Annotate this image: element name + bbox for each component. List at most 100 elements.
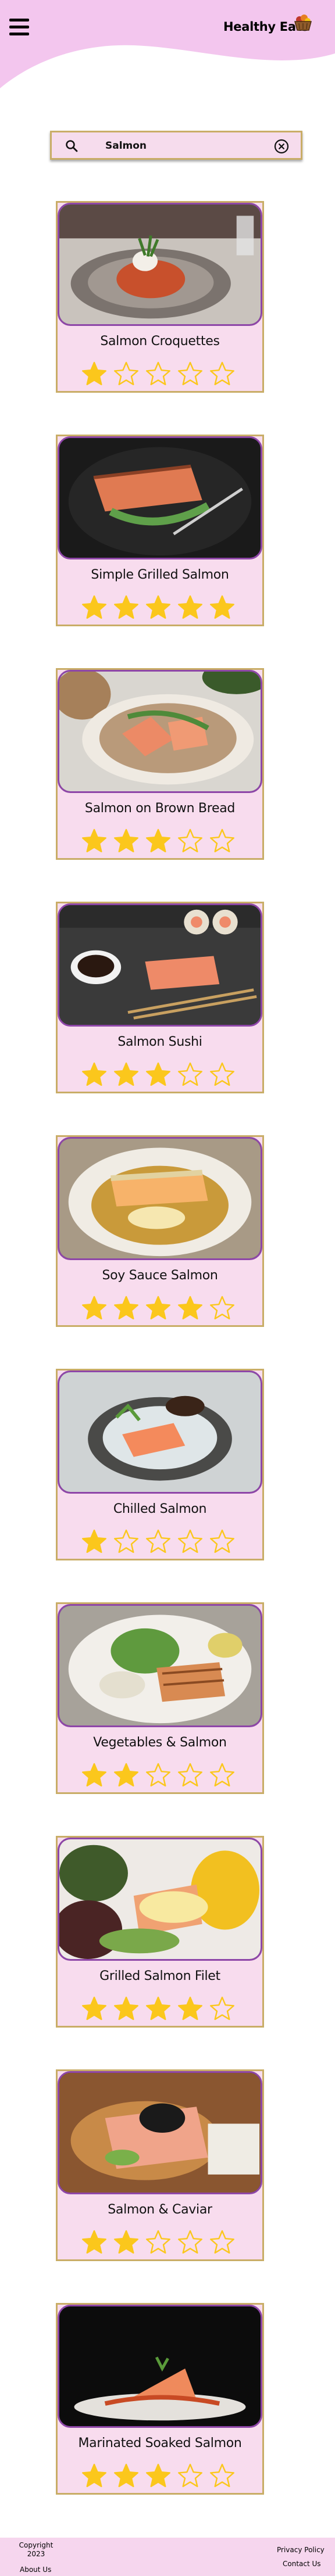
star-rating: [81, 1295, 250, 1322]
copyright-text: Copyright 2023: [19, 2541, 54, 2558]
star-filled-icon: [81, 1529, 108, 1554]
recipe-title: Salmon Croquettes: [100, 334, 220, 349]
star-empty-icon: [145, 361, 172, 386]
recipe-title: Salmon & Caviar: [108, 2202, 212, 2217]
star-rating: [81, 2229, 250, 2256]
logo[interactable]: Healthy Eats: [223, 14, 313, 38]
star-filled-icon: [81, 1996, 108, 2021]
recipe-photo: [58, 1370, 262, 1494]
star-filled-icon: [177, 594, 204, 620]
recipe-card[interactable]: Salmon & Caviar: [56, 2069, 264, 2261]
star-filled-icon: [113, 1996, 140, 2021]
star-empty-icon: [209, 2229, 236, 2255]
star-filled-icon: [81, 1061, 108, 1087]
recipe-title: Salmon Sushi: [117, 1035, 202, 1049]
recipe-card[interactable]: Vegetables & Salmon: [56, 1602, 264, 1794]
star-rating: [81, 1762, 250, 1789]
star-rating: [81, 1529, 250, 1555]
recipe-title: Marinated Soaked Salmon: [78, 2436, 242, 2451]
star-empty-icon: [177, 1061, 204, 1087]
recipe-card[interactable]: Salmon Sushi: [56, 902, 264, 1093]
star-empty-icon: [145, 1762, 172, 1788]
star-filled-icon: [145, 594, 172, 620]
star-filled-icon: [145, 1295, 172, 1321]
star-empty-icon: [209, 2463, 236, 2488]
recipe-photo: [58, 2071, 262, 2194]
star-empty-icon: [177, 828, 204, 853]
recipe-title: Simple Grilled Salmon: [91, 568, 229, 582]
star-filled-icon: [113, 1061, 140, 1087]
star-filled-icon: [209, 594, 236, 620]
star-empty-icon: [209, 1762, 236, 1788]
star-empty-icon: [209, 361, 236, 386]
recipe-card[interactable]: Soy Sauce Salmon: [56, 1135, 264, 1327]
recipe-title: Chilled Salmon: [113, 1502, 207, 1516]
star-filled-icon: [113, 1762, 140, 1788]
star-filled-icon: [145, 1996, 172, 2021]
star-filled-icon: [81, 361, 108, 386]
star-empty-icon: [113, 1529, 140, 1554]
contact-us-link[interactable]: Contact Us: [283, 2560, 321, 2568]
recipe-card[interactable]: Simple Grilled Salmon: [56, 435, 264, 626]
footer: Copyright 2023 About Us Privacy Policy C…: [0, 2538, 335, 2576]
recipe-photo: [58, 903, 262, 1027]
star-empty-icon: [177, 361, 204, 386]
recipe-photo: [58, 2305, 262, 2428]
star-filled-icon: [145, 1061, 172, 1087]
star-filled-icon: [81, 2229, 108, 2255]
search-bar: [50, 131, 302, 160]
star-empty-icon: [209, 1061, 236, 1087]
star-filled-icon: [81, 594, 108, 620]
privacy-policy-link[interactable]: Privacy Policy: [277, 2546, 325, 2554]
recipe-photo: [58, 1604, 262, 1727]
star-rating: [81, 594, 250, 621]
star-empty-icon: [209, 828, 236, 853]
star-filled-icon: [113, 828, 140, 853]
star-rating: [81, 2463, 250, 2489]
star-empty-icon: [177, 1529, 204, 1554]
search-input[interactable]: [104, 136, 269, 156]
recipe-photo: [58, 670, 262, 793]
recipe-card[interactable]: Marinated Soaked Salmon: [56, 2303, 264, 2495]
recipe-photo: [58, 1838, 262, 1961]
star-filled-icon: [81, 1295, 108, 1321]
recipe-card[interactable]: Chilled Salmon: [56, 1369, 264, 1560]
star-rating: [81, 361, 250, 388]
star-empty-icon: [209, 1295, 236, 1321]
recipe-photo: [58, 203, 262, 326]
star-filled-icon: [113, 594, 140, 620]
star-empty-icon: [177, 2463, 204, 2488]
star-empty-icon: [177, 2229, 204, 2255]
search-icon[interactable]: [65, 139, 79, 153]
recipe-card[interactable]: Grilled Salmon Filet: [56, 1836, 264, 2028]
hamburger-menu-icon[interactable]: [9, 19, 30, 36]
recipe-title: Grilled Salmon Filet: [99, 1969, 220, 1983]
star-rating: [81, 828, 250, 855]
star-filled-icon: [145, 828, 172, 853]
recipe-title: Vegetables & Salmon: [93, 1735, 227, 1750]
star-filled-icon: [113, 1295, 140, 1321]
star-filled-icon: [81, 828, 108, 853]
star-filled-icon: [113, 2229, 140, 2255]
star-empty-icon: [209, 1529, 236, 1554]
clear-icon[interactable]: [274, 139, 289, 154]
star-empty-icon: [145, 2229, 172, 2255]
star-empty-icon: [177, 1762, 204, 1788]
star-empty-icon: [145, 1529, 172, 1554]
star-rating: [81, 1996, 250, 2022]
about-us-link[interactable]: About Us: [20, 2566, 51, 2574]
recipe-card[interactable]: Salmon on Brown Bread: [56, 668, 264, 860]
star-filled-icon: [81, 1762, 108, 1788]
star-filled-icon: [177, 1996, 204, 2021]
star-filled-icon: [177, 1295, 204, 1321]
recipe-photo: [58, 1137, 262, 1260]
star-empty-icon: [209, 1996, 236, 2021]
recipe-card[interactable]: Salmon Croquettes: [56, 201, 264, 393]
star-rating: [81, 1061, 250, 1088]
recipe-photo: [58, 436, 262, 559]
star-filled-icon: [81, 2463, 108, 2488]
recipe-title: Soy Sauce Salmon: [102, 1268, 218, 1283]
star-filled-icon: [113, 2463, 140, 2488]
basket-icon: [294, 15, 312, 31]
recipe-title: Salmon on Brown Bread: [84, 801, 236, 816]
